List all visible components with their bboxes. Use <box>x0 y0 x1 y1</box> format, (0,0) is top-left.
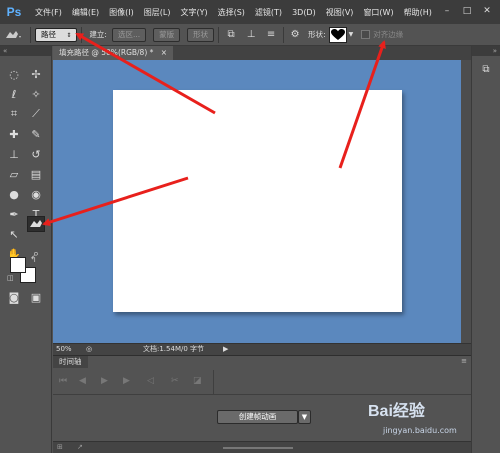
swap-colors-icon[interactable]: ↰ <box>30 255 37 264</box>
create-frame-animation-button[interactable]: 创建帧动画 <box>217 410 298 424</box>
canvas-document[interactable] <box>113 90 402 312</box>
gear-icon[interactable]: ⚙ <box>288 29 302 40</box>
tab-close-icon[interactable]: × <box>161 48 167 57</box>
shape-picker[interactable] <box>328 26 347 43</box>
magic-wand-icon[interactable]: ✧ <box>27 86 45 102</box>
minimize-button[interactable]: – <box>440 5 454 17</box>
menu-help[interactable]: 帮助(H) <box>404 7 432 18</box>
menu-select[interactable]: 选择(S) <box>218 7 245 18</box>
timeline-zoom-slider[interactable] <box>223 447 293 449</box>
menu-layer[interactable]: 图层(L) <box>144 7 171 18</box>
split-icon[interactable]: ✂ <box>171 376 179 386</box>
timeline-footer: ⊞ ↗ <box>53 441 471 453</box>
path-arrangement-icon[interactable]: ≡ <box>263 29 279 40</box>
pen-icon[interactable]: ✒ <box>5 206 23 222</box>
make-shape-button[interactable]: 形状 <box>187 27 215 42</box>
default-colors-icon[interactable]: ◫ <box>7 274 14 282</box>
clone-stamp-icon[interactable]: ⊥ <box>5 146 23 162</box>
options-bar: 路径 ⇕ 建立: 选区... 蒙版 形状 ⧉ ⊥ ≡ ⚙ 形状: ▼ 对齐边缘 <box>0 24 500 46</box>
next-frame-icon[interactable]: ▶ <box>123 376 130 386</box>
align-edges-checkbox[interactable] <box>361 30 371 39</box>
canvas-area[interactable] <box>53 60 461 343</box>
panel-collapse-icon[interactable]: » <box>472 46 500 56</box>
menu-bar: Ps 文件(F) 编辑(E) 图像(I) 图层(L) 文字(Y) 选择(S) 滤… <box>0 0 500 24</box>
photoshop-window: Ps 文件(F) 编辑(E) 图像(I) 图层(L) 文字(Y) 选择(S) 滤… <box>0 0 500 453</box>
separator <box>283 26 285 43</box>
watermark-url: jingyan.baidu.com <box>383 426 457 435</box>
audio-icon[interactable]: ◁ <box>147 376 154 386</box>
previous-frame-icon[interactable]: ◀ <box>79 376 86 386</box>
eraser-icon[interactable]: ▱ <box>5 166 23 182</box>
zoom-level[interactable]: 50% <box>56 344 72 355</box>
toolbox-collapse-icon[interactable]: « <box>0 46 51 56</box>
menu-window[interactable]: 窗口(W) <box>363 7 393 18</box>
right-panel-dock: » ⧉ <box>471 46 500 453</box>
render-icon[interactable]: ↗ <box>77 443 83 451</box>
screen-mode-icon[interactable]: ▣ <box>27 289 45 305</box>
shape-label: 形状: <box>308 30 326 39</box>
brush-icon[interactable]: ✎ <box>27 126 45 142</box>
menu-edit[interactable]: 编辑(E) <box>72 7 99 18</box>
updown-icon: ⇕ <box>66 31 72 39</box>
baidu-jingyan-logo: Bai经验 <box>368 396 496 422</box>
ps-logo: Ps <box>6 5 22 19</box>
make-label: 建立: <box>89 30 107 39</box>
gradient-icon[interactable]: ▤ <box>27 166 45 182</box>
mode-select-value: 路径 <box>41 29 56 39</box>
custom-shape-tool-icon[interactable] <box>27 216 45 232</box>
document-info: 文档:1.54M/0 字节 <box>143 345 205 353</box>
blur-icon[interactable]: ● <box>5 186 23 202</box>
path-operations-icon[interactable]: ⧉ <box>223 29 239 40</box>
play-icon[interactable]: ▶ <box>101 376 108 386</box>
crop-icon[interactable]: ⌗ <box>5 106 23 122</box>
status-arrow-icon[interactable]: ▶ <box>223 344 228 355</box>
first-frame-icon[interactable]: ⏮ <box>59 376 67 386</box>
path-alignment-icon[interactable]: ⊥ <box>243 29 259 40</box>
foreground-color-swatch[interactable] <box>10 257 26 273</box>
marquee-icon[interactable]: ◌ <box>5 66 23 82</box>
convert-icon[interactable]: ⊞ <box>57 443 63 451</box>
mode-select[interactable]: 路径 ⇕ <box>35 27 78 42</box>
menu-filter[interactable]: 滤镜(T) <box>255 7 282 18</box>
healing-brush-icon[interactable]: ✚ <box>5 126 23 142</box>
separator <box>218 26 220 43</box>
menu-file[interactable]: 文件(F) <box>35 7 62 18</box>
document-tab[interactable]: 填充路径 @ 50%(RGB/8) * × <box>53 46 174 60</box>
eyedropper-icon[interactable]: ⟋ <box>27 106 45 122</box>
watermark-logo-text: Bai经验 <box>368 403 425 420</box>
document-tab-title: 填充路径 @ 50%(RGB/8) * <box>59 48 154 57</box>
transition-icon[interactable]: ◪ <box>193 376 202 386</box>
timeline-tab[interactable]: 时间轴 <box>53 356 88 368</box>
status-bar: 50% ◎ 文档:1.54M/0 字节 ▶ <box>53 343 471 355</box>
status-icon: ◎ <box>86 345 93 353</box>
history-brush-icon[interactable]: ↺ <box>27 146 45 162</box>
menu-3d[interactable]: 3D(D) <box>292 8 316 17</box>
custom-shape-tool-preset-icon[interactable] <box>0 29 26 41</box>
make-mask-button[interactable]: 蒙版 <box>153 27 181 42</box>
panel-menu-icon[interactable]: ≡ <box>461 357 467 365</box>
move-icon[interactable]: ✢ <box>27 66 45 82</box>
close-button[interactable]: ✕ <box>480 5 494 17</box>
maximize-button[interactable]: □ <box>460 5 474 17</box>
menu-image[interactable]: 图像(I) <box>109 7 134 18</box>
lasso-icon[interactable]: ℓ <box>5 86 23 102</box>
vertical-scrollbar[interactable] <box>461 60 471 343</box>
menu-type[interactable]: 文字(Y) <box>180 7 207 18</box>
dodge-icon[interactable]: ◉ <box>27 186 45 202</box>
document-tab-bar: 填充路径 @ 50%(RGB/8) * × <box>53 46 471 60</box>
heart-icon <box>330 28 345 40</box>
quick-mask-icon[interactable]: ◙ <box>5 289 23 305</box>
path-selection-icon[interactable]: ↖ <box>5 226 23 242</box>
separator <box>81 26 83 43</box>
properties-panel-icon[interactable]: ⧉ <box>478 64 494 80</box>
shape-picker-dropdown-icon[interactable]: ▼ <box>349 31 354 38</box>
align-edges-label: 对齐边缘 <box>373 30 404 39</box>
create-animation-dropdown-icon[interactable]: ▼ <box>298 410 311 424</box>
menu-view[interactable]: 视图(V) <box>326 7 354 18</box>
separator <box>30 26 31 43</box>
toolbox: « ◌ ✢ ℓ ✧ ⌗ ⟋ ✚ ✎ ⊥ ↺ ▱ ▤ ● ◉ ✒ T ↖ ✋ ⌕ … <box>0 46 52 453</box>
make-selection-button[interactable]: 选区... <box>111 27 147 42</box>
